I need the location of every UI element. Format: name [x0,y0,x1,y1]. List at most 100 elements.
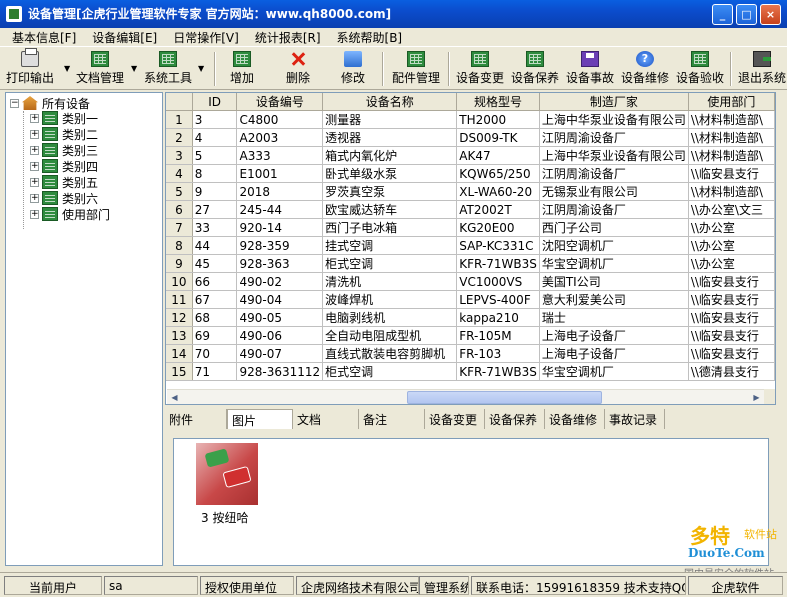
table-cell[interactable]: 490-05 [236,308,324,327]
print-dropdown-icon[interactable]: ▼ [64,64,70,73]
tree-item-category-3[interactable]: + 类别三 [30,142,98,158]
table-cell[interactable]: 8 [192,164,238,183]
menu-daily-ops[interactable]: 日常操作[V] [173,29,239,46]
table-cell[interactable]: 上海电子设备厂 [539,326,689,345]
table-row[interactable]: 12 68 490-05 电脑剥线机 kappa210 瑞士 \\临安县支行 [166,308,775,327]
table-row[interactable]: 8 44 928-359 挂式空调 SAP-KC331C 沈阳空调机厂 \\办公室 [166,236,775,255]
table-cell[interactable]: 欧宝威达轿车 [322,200,458,219]
column-header[interactable]: 设备名称 [322,93,458,111]
column-header[interactable]: 规格型号 [456,93,540,111]
close-button[interactable]: × [760,4,781,25]
table-cell[interactable]: 490-07 [236,344,324,363]
expand-icon[interactable]: + [30,145,39,155]
table-row[interactable]: 5 9 2018 罗茨真空泵 XL-WA60-20 无锡泵业有限公司 \\材料制造部\ [166,182,775,201]
table-cell[interactable]: 67 [192,290,238,309]
table-cell[interactable]: \\材料制造部\ [688,182,775,201]
table-cell[interactable]: 4 [192,128,238,147]
docs-dropdown-icon[interactable]: ▼ [131,64,137,73]
add-button[interactable]: 增加 [230,51,254,87]
table-cell[interactable]: \\办公室 [688,254,775,273]
table-cell[interactable]: 上海中华泵业设备有限公司 [539,110,689,129]
table-cell[interactable]: 透视器 [322,128,458,147]
table-cell[interactable]: \\临安县支行 [688,308,775,327]
table-cell[interactable]: \\材料制造部\ [688,128,775,147]
device-accept-button[interactable]: 设备验收 [676,51,724,87]
table-cell[interactable]: 箱式内氧化炉 [322,146,458,165]
device-maintain-button[interactable]: 设备保养 [511,51,559,87]
table-row[interactable]: 10 66 490-02 清洗机 VC1000VS 美国TI公司 \\临安县支行 [166,272,775,291]
table-cell[interactable]: 江阴周渝设备厂 [539,164,689,183]
table-cell[interactable]: 66 [192,272,238,291]
table-cell[interactable]: AK47 [456,146,540,165]
table-cell[interactable]: \\办公室 [688,218,775,237]
table-cell[interactable]: \\办公室 [688,236,775,255]
scroll-thumb[interactable] [407,391,602,404]
device-change-button[interactable]: 设备变更 [456,51,504,87]
system-dropdown-icon[interactable]: ▼ [198,64,204,73]
table-cell[interactable]: 69 [192,326,238,345]
picture-thumbnail[interactable] [196,443,258,505]
expand-icon[interactable]: + [30,129,39,139]
table-cell[interactable]: 全自动电阻成型机 [322,326,458,345]
table-cell[interactable]: 上海电子设备厂 [539,344,689,363]
table-row[interactable]: 1 3 C4800 测量器 TH2000 上海中华泵业设备有限公司 \\材料制造部\ [166,110,775,129]
table-cell[interactable]: LEPVS-400F [456,290,540,309]
tab-4[interactable]: 设备变更 [425,409,485,429]
device-accident-button[interactable]: 设备事故 [566,51,614,87]
table-cell[interactable]: KQW65/250 [456,164,540,183]
table-cell[interactable]: 920-14 [236,218,324,237]
table-row[interactable]: 2 4 A2003 透视器 DS009-TK 江阴周渝设备厂 \\材料制造部\ [166,128,775,147]
table-cell[interactable]: 波峰焊机 [322,290,458,309]
tab-2[interactable]: 文档 [293,409,359,429]
table-cell[interactable]: 928-3631112 [236,362,324,381]
docs-button[interactable]: 文档管理 [76,51,124,87]
table-cell[interactable]: 上海中华泵业设备有限公司 [539,146,689,165]
table-cell[interactable]: C4800 [236,110,324,129]
tab-5[interactable]: 设备保养 [485,409,545,429]
parts-button[interactable]: 配件管理 [392,51,440,87]
table-cell[interactable]: SAP-KC331C [456,236,540,255]
menu-help[interactable]: 系统帮助[B] [337,29,403,46]
table-cell[interactable]: \\德清县支行 [688,362,775,381]
table-row[interactable]: 13 69 490-06 全自动电阻成型机 FR-105M 上海电子设备厂 \\临安县支行 [166,326,775,345]
column-header[interactable]: 使用部门 [688,93,775,111]
column-header[interactable]: ID [192,93,238,111]
expand-icon[interactable]: + [30,209,39,219]
table-cell[interactable]: KG20E00 [456,218,540,237]
table-cell[interactable]: \\材料制造部\ [688,146,775,165]
table-cell[interactable]: 44 [192,236,238,255]
table-cell[interactable]: KFR-71WB3S [456,254,540,273]
table-cell[interactable]: FR-103 [456,344,540,363]
tab-1[interactable]: 图片 [227,409,293,429]
minimize-button[interactable]: _ [712,4,733,25]
print-button[interactable]: 打印输出 [6,48,54,87]
table-row[interactable]: 14 70 490-07 直线式散装电容剪脚机 FR-103 上海电子设备厂 \\临安县支行 [166,344,775,363]
table-cell[interactable]: \\临安县支行 [688,344,775,363]
table-cell[interactable]: kappa210 [456,308,540,327]
table-cell[interactable]: 卧式单级水泵 [322,164,458,183]
table-cell[interactable]: XL-WA60-20 [456,182,540,201]
table-cell[interactable]: 9 [192,182,238,201]
horizontal-scrollbar[interactable]: ◀ ▶ [167,389,764,404]
maximize-button[interactable]: □ [736,4,757,25]
column-header[interactable] [166,93,193,111]
expand-icon[interactable]: + [30,113,39,123]
table-cell[interactable]: 沈阳空调机厂 [539,236,689,255]
table-cell[interactable]: 245-44 [236,200,324,219]
tab-0[interactable]: 附件 [165,409,227,429]
table-cell[interactable]: A2003 [236,128,324,147]
table-cell[interactable]: 挂式空调 [322,236,458,255]
table-cell[interactable]: 3 [192,110,238,129]
table-cell[interactable]: DS009-TK [456,128,540,147]
table-cell[interactable]: KFR-71WB3S [456,362,540,381]
table-cell[interactable]: 华宝空调机厂 [539,362,689,381]
table-cell[interactable]: VC1000VS [456,272,540,291]
table-cell[interactable]: 测量器 [322,110,458,129]
column-header[interactable]: 制造厂家 [539,93,689,111]
delete-button[interactable]: 删除 [286,51,310,87]
table-cell[interactable]: 928-363 [236,254,324,273]
device-repair-button[interactable]: ? 设备维修 [621,51,669,87]
expand-icon[interactable]: + [30,161,39,171]
tab-7[interactable]: 事故记录 [605,409,665,429]
tree-item-category-1[interactable]: + 类别一 [30,110,98,126]
